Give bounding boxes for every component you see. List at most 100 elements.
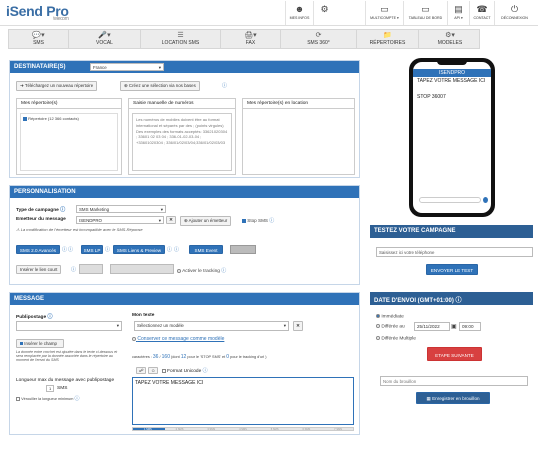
manual-entry-title: Saisie manuelle de numéros [129, 99, 235, 109]
country-select[interactable]: France ▾ [90, 63, 164, 71]
multiple-option[interactable]: Différée Multiple [376, 336, 416, 341]
unicode-checkbox[interactable] [161, 368, 166, 373]
manual-entry-box: Saisie manuelle de numéros Les numéros d… [128, 98, 236, 175]
save-draft-button[interactable]: ▦ Enregistrer en brouillon [416, 392, 490, 404]
next-step-button[interactable]: ETAPE SUIVANTE [427, 347, 482, 361]
info-icon[interactable]: ⓘ [60, 207, 65, 213]
publipostage-label: Publipostage ⓘ [16, 314, 53, 320]
top-contact-button[interactable]: ☎ CONTACT [469, 1, 494, 25]
phone-screen: ISENDPRO TAPEZ VOTRE MESSAGE ICI STOP 36… [413, 62, 491, 213]
directories-list: Répertoire (12 366 contacts) [20, 113, 118, 171]
info-icon[interactable]: ⓘ [167, 246, 172, 253]
nav-vocal[interactable]: 🎤▾ VOCAL [69, 30, 141, 48]
clear-model-button[interactable]: ✕ [293, 321, 303, 331]
verify-min-option[interactable]: Vérouiller la longueur minimum ⓘ [16, 395, 79, 402]
tracking-option[interactable]: Activer le tracking ⓘ [177, 267, 226, 274]
create-selection-button[interactable]: ⊕ Créez une sélection via nos bases [120, 81, 200, 91]
tab-sms-lp[interactable]: SMS LP [81, 245, 103, 254]
info-icon[interactable]: ⓘ [71, 266, 76, 273]
phone-message: TAPEZ VOTRE MESSAGE ICI [417, 78, 486, 84]
tracking-radio[interactable] [177, 268, 181, 273]
publipostage-select[interactable]: ▾ [16, 321, 122, 331]
link-icon[interactable]: ☍ [136, 367, 147, 374]
event-field[interactable] [230, 245, 256, 254]
info-icon[interactable]: ⓘ [74, 396, 79, 402]
info-icon[interactable]: ⓘ [62, 246, 67, 253]
campaign-type-select[interactable]: SMS Marketing ▾ [76, 205, 166, 213]
max-length-label: Longueur max du message avec publipostag… [16, 378, 115, 383]
sender-select[interactable]: ISENDPRO ▾ [76, 216, 164, 224]
sender-note: ⚠ La modification de l'émetteur est inco… [16, 227, 143, 232]
info-icon[interactable]: ⓘ [456, 298, 462, 304]
short-link-button[interactable]: Insérer le lien court [16, 265, 62, 274]
nav-fax[interactable]: 🖨▾ FAX [221, 30, 281, 48]
tab-sms-event[interactable]: SMS Event [189, 245, 223, 254]
date-input[interactable]: 25/11/2022 [414, 322, 450, 331]
immediate-radio[interactable] [376, 314, 380, 318]
directory-item[interactable]: Répertoire (12 366 contacts) [23, 116, 115, 121]
add-sender-button[interactable]: ⊕ Ajouter un émetteur [180, 216, 232, 226]
info-icon[interactable]: ⓘ [221, 268, 226, 274]
top-multicompte-button[interactable]: ▭ MULTICOMPTE ▾ [365, 1, 403, 25]
manual-numbers-textarea[interactable]: Les numéros de mobiles doivent être au f… [132, 113, 232, 171]
info-icon[interactable]: ⓘ [222, 82, 227, 89]
info-icon[interactable]: ⓘ [203, 368, 208, 374]
upload-directory-button[interactable]: ➜ Téléchargez un nouveau répertoire [16, 81, 98, 91]
personnalisation-header: PERSONNALISATION [10, 186, 359, 198]
immediate-option[interactable]: Immédiate [376, 314, 404, 319]
test-phone-input[interactable]: Saisissez ici votre téléphone [376, 247, 533, 257]
destinataires-header: DESTINATAIRE(S) [10, 61, 359, 73]
deferred-option[interactable]: Différée au [376, 324, 405, 329]
tab-sms-links-preview[interactable]: SMS Liens & Preview [113, 245, 165, 254]
message-textarea[interactable]: TAPEZ VOTRE MESSAGE ICI [132, 377, 354, 425]
top-settings-button[interactable]: ⚙ [313, 1, 335, 25]
info-icon[interactable]: ⓘ [68, 246, 73, 253]
folder-icon: 📁 [383, 32, 392, 39]
message-panel: MESSAGE Publipostage ⓘ ▾ Insérer le cham… [9, 292, 360, 435]
phone-stop: STOP 36007 [417, 94, 446, 100]
send-test-button[interactable]: ENVOYER LE TEST [426, 264, 478, 275]
warning-icon: ⚠ [16, 227, 20, 232]
nav-repertoires[interactable]: 📁 RÉPERTOIRES [357, 30, 419, 48]
phone-preview: ISENDPRO TAPEZ VOTRE MESSAGE ICI STOP 36… [409, 58, 495, 217]
calendar-icon[interactable]: ▣ [451, 323, 457, 330]
short-link-url-field[interactable] [110, 264, 174, 274]
info-icon[interactable]: ⓘ [269, 218, 274, 224]
deferred-radio[interactable] [376, 324, 380, 328]
save-model-radio[interactable] [132, 336, 136, 341]
user-icon: ☻ [294, 4, 305, 14]
multiple-radio[interactable] [376, 336, 380, 340]
verify-min-checkbox[interactable] [16, 397, 20, 401]
insert-field-button[interactable]: Insérer le champ [16, 339, 64, 348]
top-api-button[interactable]: ▤ API ▾ [447, 1, 469, 25]
nav-modeles[interactable]: ⚙▾ MODELES [419, 30, 481, 48]
upload-icon: ➜ [20, 83, 24, 88]
save-icon: ▦ [426, 396, 431, 401]
max-length-input[interactable]: 1 [46, 385, 54, 392]
top-logout-button[interactable]: ⏻ DÉCONNEXION [494, 1, 534, 25]
tab-sms-advanced[interactable]: SMS 2.0 Avancés [16, 245, 60, 254]
clear-sender-button[interactable]: ✕ [166, 216, 176, 224]
short-link-field[interactable] [79, 264, 103, 274]
top-dashboard-button[interactable]: ▭ TABLEAU DE BORD [403, 1, 447, 25]
nav-sms-360[interactable]: ⟳ SMS 360° [281, 30, 357, 48]
info-icon[interactable]: ⓘ [47, 314, 52, 320]
stop-sms-option[interactable]: Stop SMS ⓘ [242, 217, 274, 224]
top-mes-infos-button[interactable]: ☻ MES INFOS [285, 1, 313, 25]
rented-directories-title: Mes répertoire(s) en location [243, 99, 354, 109]
draft-name-input[interactable]: Nom du brouillon [380, 376, 528, 386]
sms-progress-labels: 1 SMS 2 SMS 3 SMS 4 SMS 5 SMS 6 SMS 7 SM… [143, 427, 342, 431]
save-as-model-link[interactable]: Conserver ce message comme modèle [132, 336, 224, 342]
model-select[interactable]: Sélectionnez un modèle ▾ [134, 321, 289, 331]
info-icon[interactable]: ⓘ [105, 246, 110, 253]
emoji-icon[interactable]: ☺ [147, 367, 159, 374]
nav-location-sms[interactable]: ☰ LOCATION SMS [141, 30, 221, 48]
chat-icon: 💬▾ [32, 32, 45, 39]
directory-checkbox[interactable] [23, 116, 27, 121]
time-input[interactable]: 09:00 [459, 322, 481, 331]
info-icon[interactable]: ⓘ [174, 246, 179, 253]
nav-sms[interactable]: 💬▾ SMS [9, 30, 69, 48]
stop-sms-checkbox[interactable] [242, 218, 246, 223]
fax-icon: 🖨▾ [244, 32, 257, 39]
phone-sender: ISENDPRO [413, 69, 491, 77]
